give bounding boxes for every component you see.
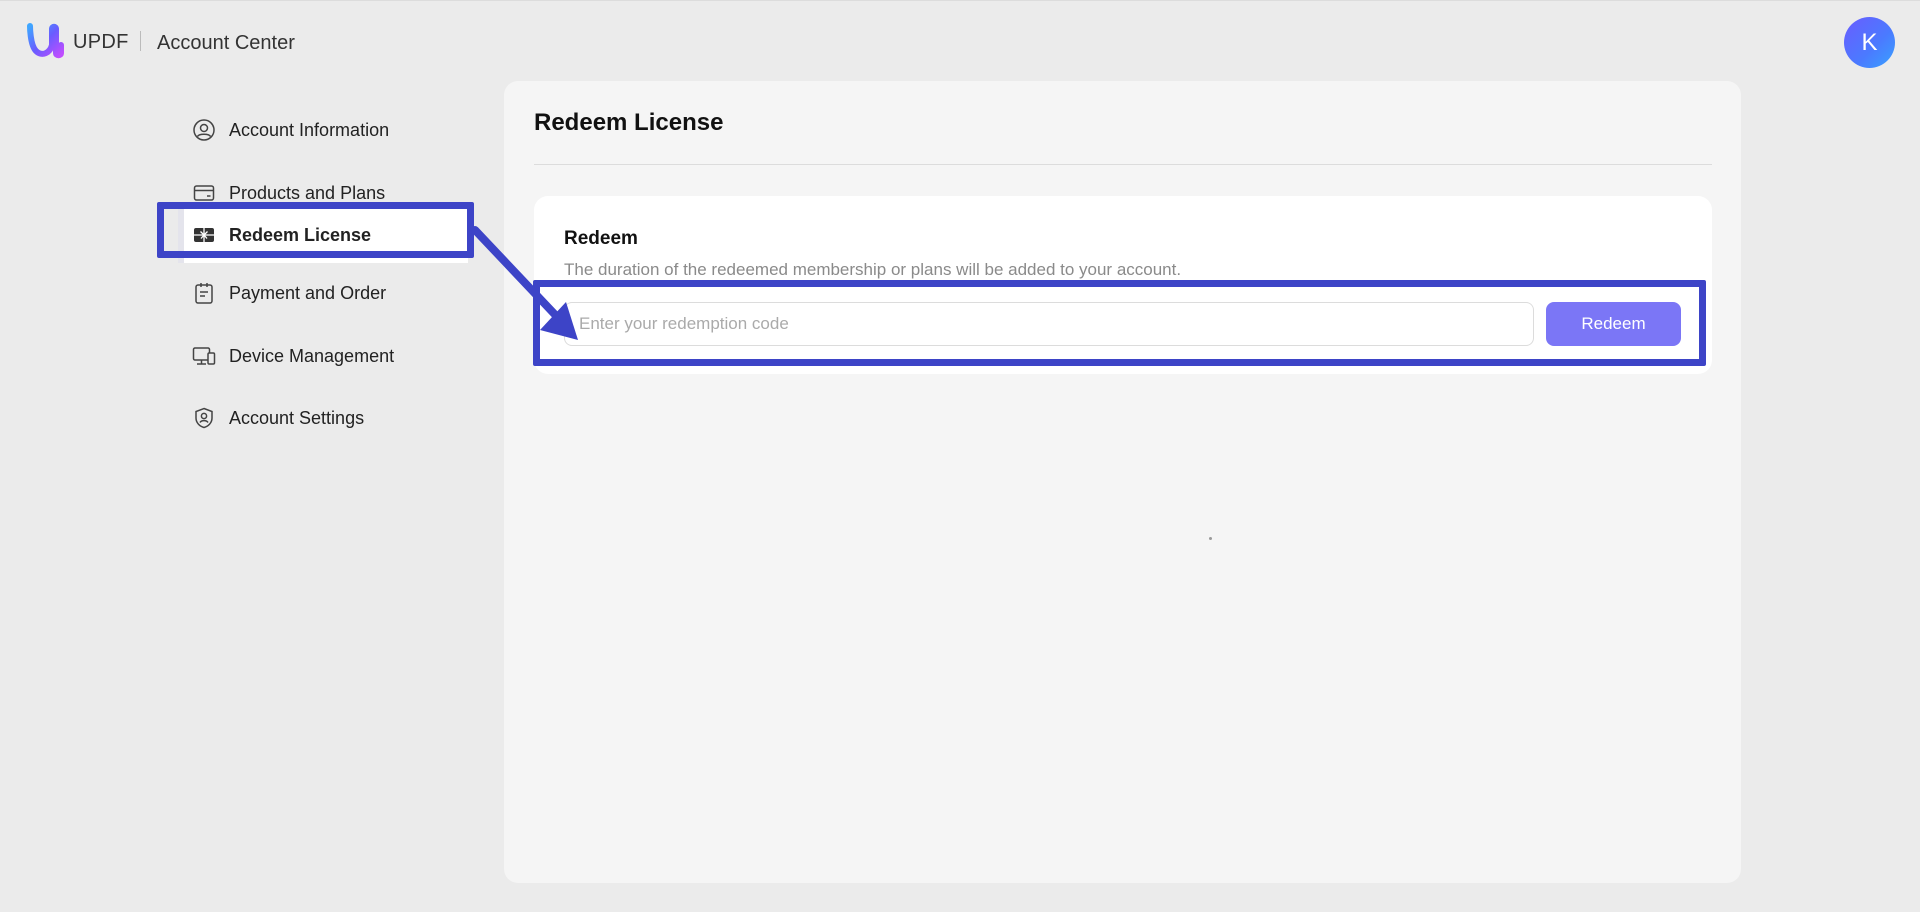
section-title: Account Center — [157, 32, 295, 54]
sidebar-item-label: Account Information — [229, 119, 390, 140]
main-panel: Redeem License Redeem The duration of th… — [504, 81, 1741, 883]
sidebar-item-account-settings[interactable]: Account Settings — [178, 394, 468, 442]
top-bar: UPDF Account Center K — [0, 0, 1920, 80]
cursor-dot — [1209, 537, 1212, 540]
sidebar-item-device-management[interactable]: Device Management — [178, 332, 468, 380]
sidebar-item-label: Payment and Order — [229, 282, 387, 303]
brand-name: UPDF — [73, 31, 129, 53]
sidebar-item-label: Account Settings — [229, 407, 365, 428]
clipboard-icon — [195, 283, 213, 304]
card-description: The duration of the redeemed membership … — [564, 260, 1182, 279]
sidebar-item-payment-and-order[interactable]: Payment and Order — [178, 269, 468, 317]
devices-icon — [192, 347, 216, 365]
annotation-highlight-sidebar — [157, 202, 474, 258]
page-title: Redeem License — [534, 109, 724, 136]
sidebar-item-label: Products and Plans — [229, 182, 386, 203]
sidebar-item-account-information[interactable]: Account Information — [178, 106, 468, 154]
updf-logo-icon[interactable] — [26, 23, 64, 59]
annotation-highlight-redeem-field — [533, 280, 1706, 366]
sidebar-item-label: Device Management — [229, 345, 395, 366]
avatar[interactable]: K — [1844, 17, 1895, 68]
shield-user-icon — [195, 407, 213, 429]
brand-divider — [140, 31, 141, 51]
card-title: Redeem — [564, 228, 638, 249]
user-circle-icon — [193, 119, 215, 141]
title-divider — [534, 164, 1712, 165]
